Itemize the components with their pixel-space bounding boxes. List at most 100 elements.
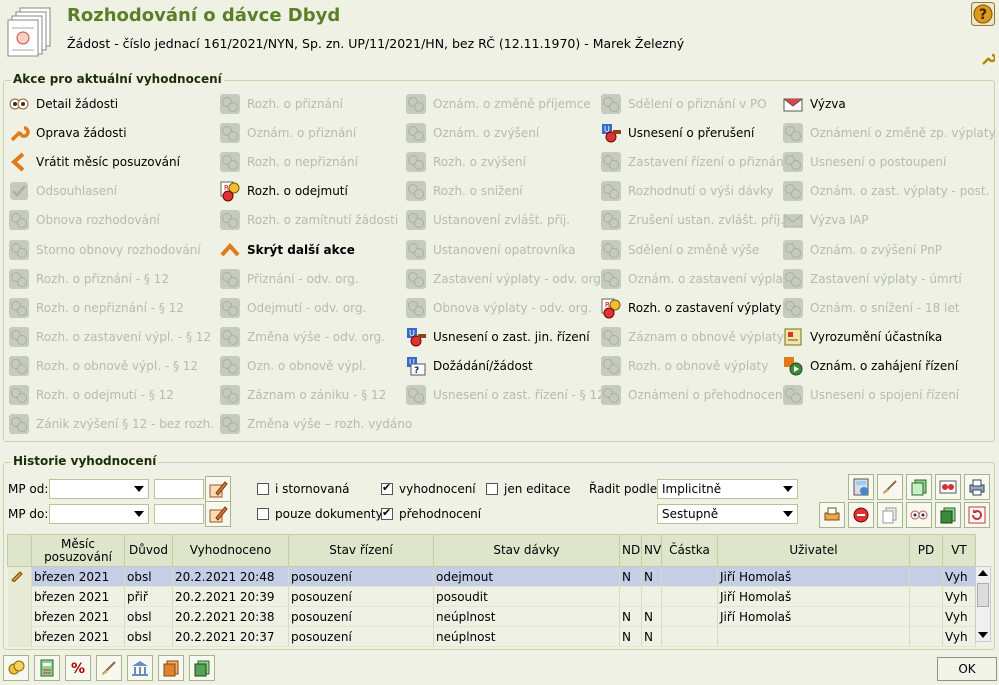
ok-button[interactable]: OK — [937, 657, 997, 681]
action-1-7[interactable]: Odejmutí - odv. org. — [219, 295, 366, 321]
action-1-5[interactable]: Skrýt další akce — [219, 237, 355, 263]
action-2-8[interactable]: U Usnesení o zast. jin. řízení — [405, 324, 590, 350]
column-header[interactable]: Vyhodnoceno — [172, 534, 289, 567]
action-3-4[interactable]: Zrušení ustan. zvlášt. příj. — [600, 207, 784, 233]
wrench-icon[interactable] — [981, 52, 995, 66]
scroll-thumb[interactable] — [977, 583, 989, 607]
action-3-10[interactable]: Oznámení o přehodnocení — [600, 382, 786, 408]
scroll-up-icon[interactable] — [978, 570, 988, 576]
table-row[interactable]: březen 2021 obsl 20.2.2021 20:48 posouzení o… — [7, 566, 976, 587]
mp-do-year-input[interactable] — [154, 504, 204, 524]
scroll-down-icon[interactable] — [978, 632, 988, 638]
print-button[interactable] — [964, 474, 990, 500]
mp-do-edit-button[interactable] — [205, 501, 231, 527]
row-header[interactable] — [7, 626, 32, 647]
column-header[interactable]: Stav řízení — [288, 534, 434, 567]
cancel-doc-button[interactable] — [848, 502, 874, 528]
chk-prehodnoceni[interactable]: přehodnocení — [381, 506, 481, 521]
action-4-7[interactable]: Oznám. o snížení - 18 let — [782, 295, 959, 321]
action-4-1[interactable]: Oznámení o změně zp. výplaty — [782, 120, 996, 146]
calculator-button[interactable] — [848, 474, 874, 500]
column-header[interactable]: NV — [641, 534, 662, 567]
column-header[interactable]: Měsíc posuzování — [31, 534, 125, 567]
order-combo[interactable]: Sestupně — [657, 504, 798, 524]
action-1-6[interactable]: Přiznání - odv. org. — [219, 266, 359, 292]
action-0-9[interactable]: Rozh. o obnově výpl. - § 12 — [8, 353, 198, 379]
column-header[interactable]: Důvod — [124, 534, 173, 567]
action-2-1[interactable]: Oznám. o zvýšení — [405, 120, 539, 146]
chk-jen-editace[interactable]: jen editace — [486, 482, 571, 496]
action-1-10[interactable]: Záznam o zániku - § 12 — [219, 382, 386, 408]
broom-button[interactable] — [877, 474, 903, 500]
action-0-2[interactable]: Vrátit měsíc posuzování — [8, 149, 180, 175]
action-3-7[interactable]: R Rozh. o zastavení výplaty — [600, 295, 781, 321]
action-0-3[interactable]: Odsouhlasení — [8, 178, 117, 204]
action-1-4[interactable]: Rozh. o zamítnutí žádosti — [219, 207, 398, 233]
checkbox[interactable] — [257, 483, 269, 495]
checkbox[interactable] — [381, 481, 393, 495]
action-2-9[interactable]: U? Dožádání/žádost — [405, 353, 533, 379]
action-4-9[interactable]: Oznám. o zahájení řízení — [782, 353, 958, 379]
brush-button[interactable] — [96, 655, 122, 681]
mp-od-edit-button[interactable] — [205, 476, 231, 502]
column-header[interactable]: Částka — [661, 534, 718, 567]
row-header[interactable] — [7, 606, 32, 627]
bank-button[interactable] — [127, 655, 153, 681]
action-0-4[interactable]: Obnova rozhodování — [8, 207, 160, 233]
action-0-7[interactable]: Rozh. o nepřiznání - § 12 — [8, 295, 184, 321]
copy-button[interactable] — [877, 502, 903, 528]
action-3-2[interactable]: Zastavení řízení o přiznání — [600, 149, 787, 175]
action-0-6[interactable]: Rozh. o přiznání - § 12 — [8, 266, 169, 292]
column-header[interactable]: Stav dávky — [433, 534, 620, 567]
table-row[interactable]: březen 2021 obsl 20.2.2021 20:37 posouzení n… — [7, 626, 976, 647]
chk-pouze-dokumenty[interactable]: pouze dokumenty — [257, 507, 383, 521]
column-header[interactable] — [7, 534, 32, 567]
row-header[interactable] — [7, 566, 32, 587]
action-3-0[interactable]: Sdělení o přiznání v PO — [600, 91, 767, 117]
action-1-0[interactable]: Rozh. o přiznání — [219, 91, 343, 117]
mp-od-month-combo[interactable] — [49, 479, 149, 499]
action-1-8[interactable]: Změna výše - odv. org. — [219, 324, 385, 350]
table-row[interactable]: březen 2021 obsl 20.2.2021 20:38 posouzení n… — [7, 606, 976, 627]
help-icon[interactable]: ? — [971, 2, 995, 26]
checkbox[interactable] — [257, 508, 269, 520]
action-1-9[interactable]: Ozn. o obnově výpl. — [219, 353, 366, 379]
action-2-2[interactable]: Rozh. o zvýšení — [405, 149, 526, 175]
coins-button[interactable] — [3, 655, 29, 681]
action-2-10[interactable]: Usnesení o zast. řízení - § 12 — [405, 382, 605, 408]
action-1-2[interactable]: Rozh. o nepřiznání — [219, 149, 358, 175]
table-row[interactable]: březen 2021 přiř 20.2.2021 20:39 posouzení p… — [7, 586, 976, 607]
action-4-2[interactable]: Usnesení o postoupení — [782, 149, 946, 175]
action-1-1[interactable]: Oznám. o přiznání — [219, 120, 356, 146]
action-3-5[interactable]: Sdělení o změně výše — [600, 237, 759, 263]
column-header[interactable]: VT — [942, 534, 976, 567]
action-4-6[interactable]: Zastavení výplaty - úmrtí — [782, 266, 962, 292]
action-2-7[interactable]: Obnova výplaty - odv. org. — [405, 295, 592, 321]
row-header[interactable] — [7, 586, 32, 607]
sort-combo[interactable]: Implicitně — [657, 479, 798, 499]
action-0-1[interactable]: Oprava žádosti — [8, 120, 127, 146]
action-2-6[interactable]: Zastavení výplaty - odv. org. — [405, 266, 605, 292]
orange-docs-button[interactable] — [158, 655, 184, 681]
action-4-0[interactable]: Výzva — [782, 91, 846, 117]
action-3-8[interactable]: Záznam o obnově výplaty — [600, 324, 784, 350]
action-0-5[interactable]: Storno obnovy rozhodování — [8, 237, 201, 263]
preview-button[interactable] — [935, 474, 961, 500]
column-header[interactable]: Uživatel — [717, 534, 910, 567]
action-2-5[interactable]: Ustanovení opatrovníka — [405, 237, 575, 263]
percent-button[interactable]: % — [65, 655, 91, 681]
action-1-11[interactable]: Změna výše – rozh. vydáno — [219, 411, 412, 437]
checkbox[interactable] — [381, 506, 393, 520]
refresh-button[interactable] — [964, 502, 990, 528]
action-4-5[interactable]: Oznám. o zvýšení PnP — [782, 237, 942, 263]
action-4-3[interactable]: Oznám. o zast. výplaty - post. — [782, 178, 989, 204]
pages-button[interactable] — [935, 502, 961, 528]
column-header[interactable]: PD — [909, 534, 943, 567]
action-1-3[interactable]: R Rozh. o odejmutí — [219, 178, 348, 204]
action-3-1[interactable]: U Usnesení o přerušení — [600, 120, 754, 146]
action-4-4[interactable]: Výzva IAP — [782, 207, 869, 233]
action-0-0[interactable]: Detail žádosti — [8, 91, 118, 117]
windows-button[interactable] — [906, 474, 932, 500]
view-button[interactable] — [906, 502, 932, 528]
action-4-8[interactable]: Vyrozumění účastníka — [782, 324, 942, 350]
